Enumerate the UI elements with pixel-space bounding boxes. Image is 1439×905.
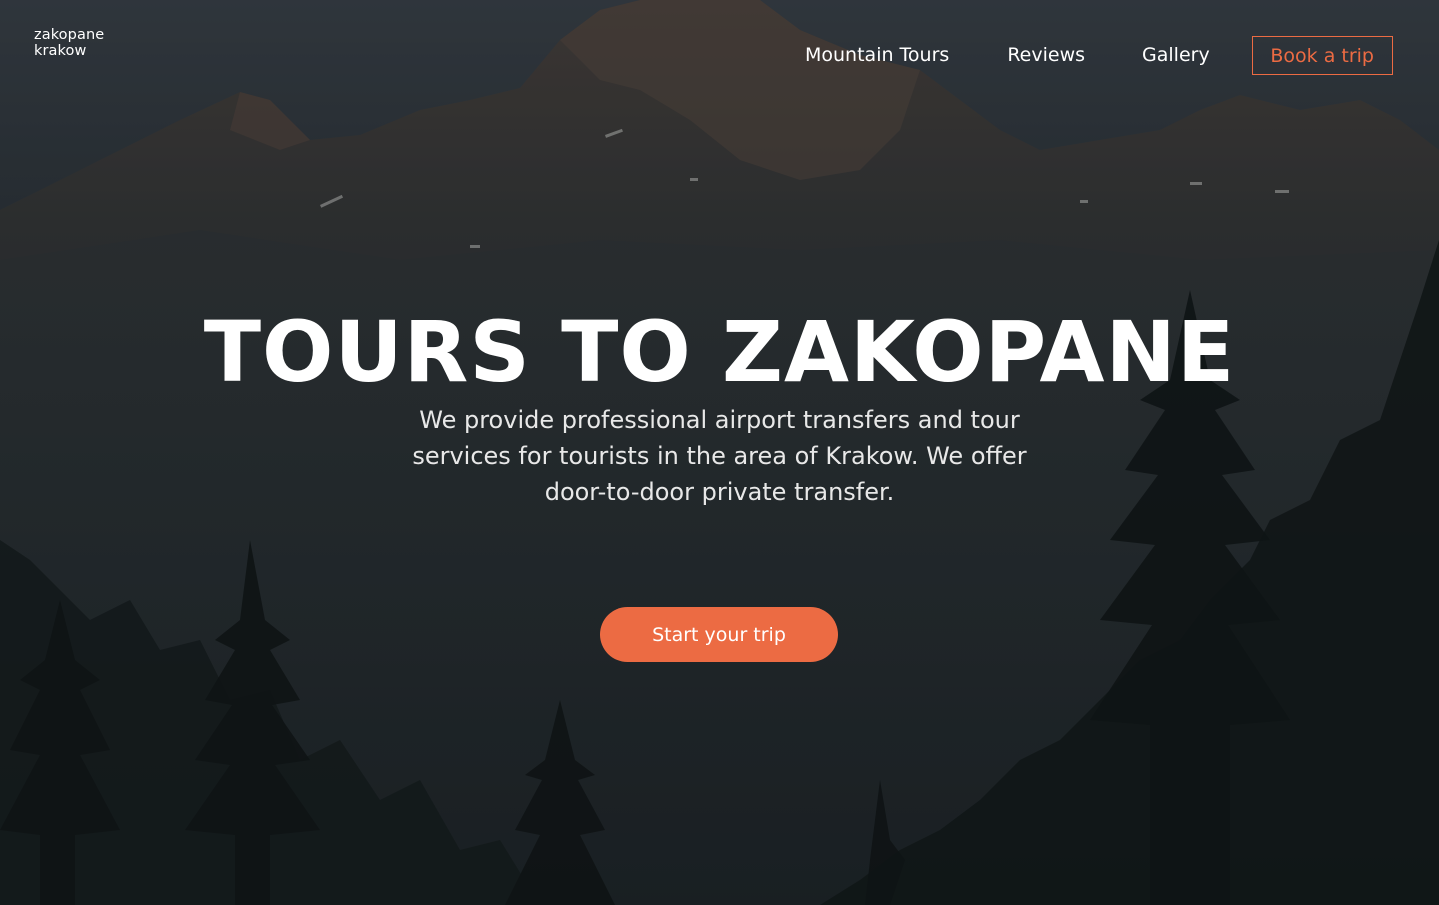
nav-link-gallery[interactable]: Gallery bbox=[1142, 44, 1210, 66]
hero-title: TOURS TO ZAKOPANE bbox=[203, 303, 1236, 401]
site-logo[interactable]: zakopane krakow bbox=[34, 27, 104, 59]
nav-link-reviews[interactable]: Reviews bbox=[1007, 44, 1085, 66]
hero-subtitle: We provide professional airport transfer… bbox=[412, 406, 1027, 506]
hero-section: zakopane krakow Mountain Tours Reviews G… bbox=[0, 0, 1439, 905]
logo-line-zakopane: zakopane bbox=[34, 27, 105, 43]
logo-line-krakow: krakow bbox=[34, 43, 87, 59]
start-your-trip-button[interactable]: Start your trip bbox=[600, 607, 838, 662]
book-a-trip-button[interactable]: Book a trip bbox=[1251, 36, 1393, 75]
main-navigation: Mountain Tours Reviews Gallery Book a tr… bbox=[805, 35, 1393, 75]
nav-link-mountain-tours[interactable]: Mountain Tours bbox=[805, 44, 949, 66]
